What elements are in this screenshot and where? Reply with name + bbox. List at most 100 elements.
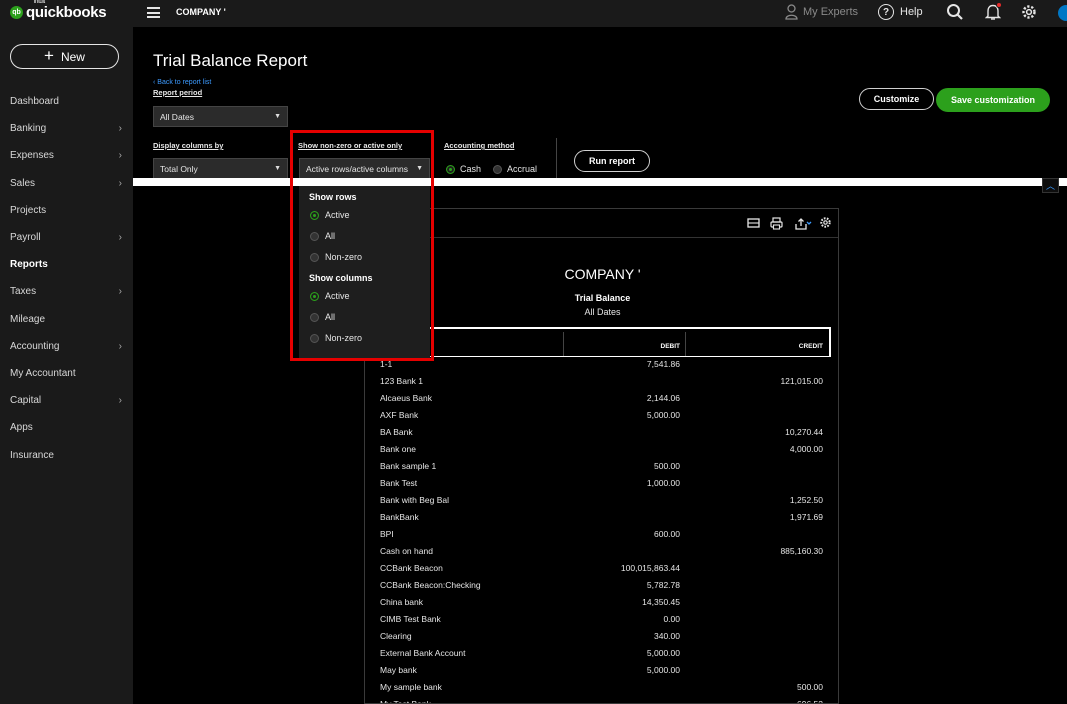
account-name-cell[interactable]: Clearing: [380, 631, 412, 641]
search-icon[interactable]: [946, 3, 964, 21]
columns-option-non-zero[interactable]: Non-zero: [310, 333, 362, 343]
new-button[interactable]: + New: [10, 44, 119, 69]
radio-unselected-icon: [310, 231, 319, 241]
cash-radio[interactable]: Cash: [446, 164, 481, 174]
sidebar-item-dashboard[interactable]: Dashboard: [0, 88, 133, 115]
sidebar-item-apps[interactable]: Apps: [0, 414, 133, 441]
sidebar-item-payroll[interactable]: Payroll ›: [0, 224, 133, 251]
columns-option-all[interactable]: All: [310, 312, 335, 322]
my-experts-button[interactable]: My Experts: [785, 4, 858, 20]
hamburger-icon[interactable]: [147, 7, 160, 18]
sidebar-item-taxes[interactable]: Taxes ›: [0, 278, 133, 305]
run-report-button[interactable]: Run report: [574, 150, 650, 172]
account-name-cell[interactable]: Bank sample 1: [380, 461, 436, 471]
debit-cell[interactable]: 2,144.06: [565, 393, 680, 403]
radio-unselected-icon: [310, 312, 319, 322]
sidebar-item-label: Accounting: [10, 340, 60, 352]
collapse-button[interactable]: ︿: [1042, 178, 1059, 193]
account-name-cell[interactable]: CIMB Test Bank: [380, 614, 441, 624]
rows-option-active[interactable]: Active: [310, 210, 350, 220]
notifications-button[interactable]: [984, 2, 1002, 21]
sidebar-item-reports[interactable]: Reports: [0, 251, 133, 278]
debit-cell[interactable]: 7,541.86: [565, 359, 680, 369]
credit-cell[interactable]: 1,971.69: [687, 512, 823, 522]
page-title: Trial Balance Report: [153, 51, 308, 70]
credit-cell[interactable]: 10,270.44: [687, 427, 823, 437]
sidebar-item-sales[interactable]: Sales ›: [0, 170, 133, 197]
debit-cell[interactable]: 5,000.00: [565, 665, 680, 675]
table-row: Cash on hand 885,160.30: [365, 543, 838, 560]
accrual-radio[interactable]: Accrual: [493, 164, 537, 174]
company-name[interactable]: COMPANY ': [176, 7, 226, 17]
debit-cell[interactable]: 5,782.78: [565, 580, 680, 590]
account-name-cell[interactable]: Alcaeus Bank: [380, 393, 432, 403]
credit-cell[interactable]: 885,160.30: [687, 546, 823, 556]
table-row: 123 Bank 1 121,015.00: [365, 373, 838, 390]
sidebar-item-mileage[interactable]: Mileage: [0, 306, 133, 333]
debit-cell[interactable]: 5,000.00: [565, 648, 680, 658]
table-row: Bank with Beg Bal 1,252.50: [365, 492, 838, 509]
debit-cell[interactable]: 340.00: [565, 631, 680, 641]
account-name-cell[interactable]: My sample bank: [380, 682, 442, 692]
credit-cell[interactable]: 1,252.50: [687, 495, 823, 505]
report-dates: All Dates: [584, 307, 621, 317]
mail-icon[interactable]: [747, 217, 760, 229]
debit-cell[interactable]: 1,000.00: [565, 478, 680, 488]
account-name-cell[interactable]: China bank: [380, 597, 423, 607]
sidebar-item-banking[interactable]: Banking ›: [0, 115, 133, 142]
columns-option-active[interactable]: Active: [310, 291, 350, 301]
account-name-cell[interactable]: May bank: [380, 665, 417, 675]
display-columns-select[interactable]: Total Only ▼: [153, 158, 288, 179]
credit-cell[interactable]: 121,015.00: [687, 376, 823, 386]
account-name-cell[interactable]: Cash on hand: [380, 546, 433, 556]
avatar[interactable]: [1058, 5, 1067, 21]
debit-cell[interactable]: 100,015,863.44: [565, 563, 680, 573]
sidebar-item-expenses[interactable]: Expenses ›: [0, 142, 133, 169]
credit-cell[interactable]: 4,000.00: [687, 444, 823, 454]
sidebar-item-insurance[interactable]: Insurance: [0, 441, 133, 468]
debit-cell[interactable]: 0.00: [565, 614, 680, 624]
report-company-name: COMPANY ': [564, 266, 641, 282]
save-customization-button[interactable]: Save customization: [936, 88, 1050, 112]
account-name-cell[interactable]: BA Bank: [380, 427, 413, 437]
nonzero-select[interactable]: Active rows/active columns ▼: [299, 158, 430, 179]
sidebar-item-label: My Accountant: [10, 367, 76, 379]
debit-cell[interactable]: 500.00: [565, 461, 680, 471]
account-name-cell[interactable]: CCBank Beacon: [380, 563, 443, 573]
debit-column-header[interactable]: DEBIT: [565, 343, 681, 350]
print-icon[interactable]: [770, 217, 783, 230]
account-name-cell[interactable]: Bank one: [380, 444, 416, 454]
sidebar-item-capital[interactable]: Capital ›: [0, 387, 133, 414]
account-name-cell[interactable]: BankBank: [380, 512, 419, 522]
sidebar-item-accounting[interactable]: Accounting ›: [0, 333, 133, 360]
debit-cell[interactable]: 14,350.45: [565, 597, 680, 607]
credit-column-header[interactable]: CREDIT: [687, 343, 823, 350]
help-button[interactable]: ? Help: [878, 4, 923, 20]
sidebar-item-projects[interactable]: Projects: [0, 197, 133, 224]
account-name-cell[interactable]: Bank with Beg Bal: [380, 495, 449, 505]
gear-icon[interactable]: [819, 216, 832, 229]
rows-option-all[interactable]: All: [310, 231, 335, 241]
credit-cell[interactable]: 696.52: [687, 699, 823, 703]
account-name-cell[interactable]: 1-1: [380, 359, 392, 369]
table-row: Bank sample 1 500.00: [365, 458, 838, 475]
debit-cell[interactable]: 600.00: [565, 529, 680, 539]
report-toolbar: [365, 209, 838, 238]
back-to-report-list-link[interactable]: ‹ Back to report list: [153, 79, 211, 86]
account-name-cell[interactable]: CCBank Beacon:Checking: [380, 580, 481, 590]
report-period-select[interactable]: All Dates ▼: [153, 106, 288, 127]
export-icon[interactable]: [795, 217, 812, 230]
account-name-cell[interactable]: AXF Bank: [380, 410, 418, 420]
debit-cell[interactable]: 5,000.00: [565, 410, 680, 420]
account-name-cell[interactable]: 123 Bank 1: [380, 376, 423, 386]
quickbooks-logo[interactable]: qb intuit quickbooks: [10, 0, 107, 21]
credit-cell[interactable]: 500.00: [687, 682, 823, 692]
sidebar-item-my-accountant[interactable]: My Accountant: [0, 360, 133, 387]
rows-option-non-zero[interactable]: Non-zero: [310, 252, 362, 262]
account-name-cell[interactable]: My Test Bank: [380, 699, 431, 703]
account-name-cell[interactable]: External Bank Account: [380, 648, 466, 658]
account-name-cell[interactable]: BPI: [380, 529, 394, 539]
account-name-cell[interactable]: Bank Test: [380, 478, 417, 488]
gear-icon[interactable]: [1020, 3, 1038, 21]
customize-button[interactable]: Customize: [859, 88, 934, 110]
